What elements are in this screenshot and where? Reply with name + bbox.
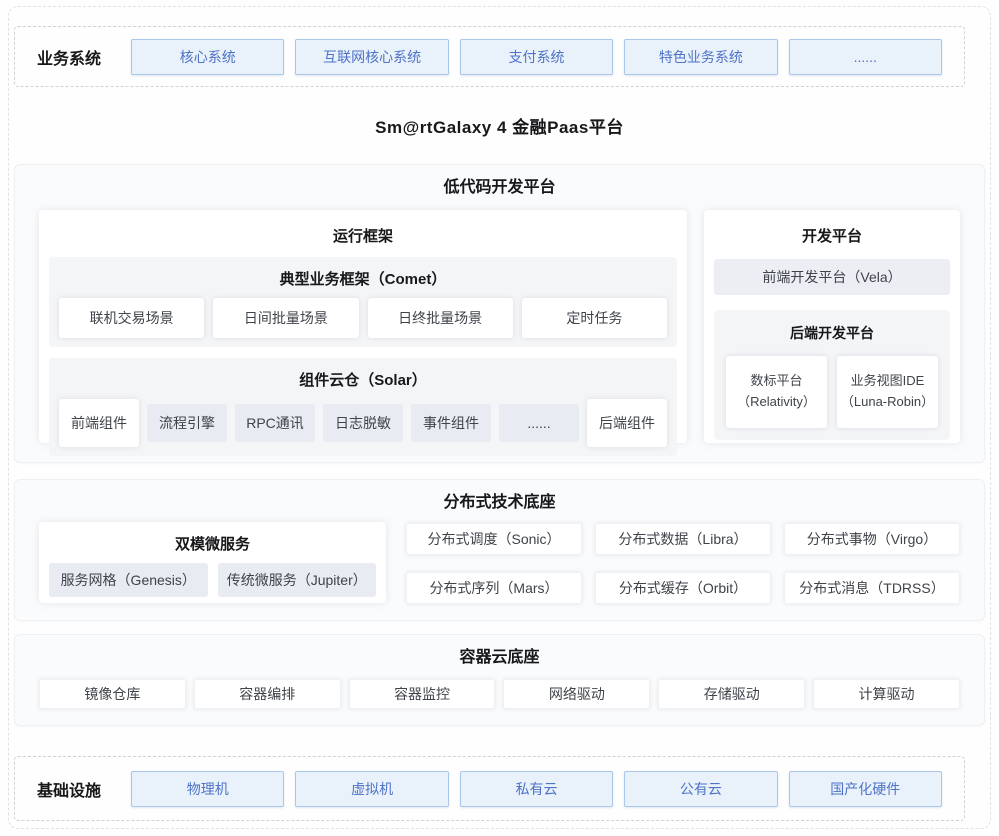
service-mesh-genesis: 服务网格（Genesis）	[49, 563, 208, 597]
lowcode-platform-section: 低代码开发平台 运行框架 典型业务框架（Comet） 联机交易场景 日间批量场景…	[14, 164, 985, 463]
lowcode-platform-title: 低代码开发平台	[15, 165, 984, 198]
solar-item-log-masking: 日志脱敏	[323, 404, 403, 442]
container-cloud-section: 容器云底座 镜像仓库 容器编排 容器监控 网络驱动 存储驱动 计算驱动	[14, 634, 985, 726]
infra-box-public-cloud: 公有云	[624, 771, 777, 807]
comet-items: 联机交易场景 日间批量场景 日终批量场景 定时任务	[59, 298, 667, 338]
dual-mode-items: 服务网格（Genesis） 传统微服务（Jupiter）	[49, 563, 376, 597]
luna-robin-name: 业务视图IDE	[851, 371, 925, 392]
container-cloud-items: 镜像仓库 容器编排 容器监控 网络驱动 存储驱动 计算驱动	[15, 668, 984, 709]
business-view-ide-luna-robin: 业务视图IDE （Luna-Robin）	[837, 356, 938, 428]
distributed-cache-orbit: 分布式缓存（Orbit）	[595, 572, 771, 604]
business-box-internet-core: 互联网核心系统	[295, 39, 448, 75]
solar-items: 前端组件 流程引擎 RPC通讯 日志脱敏 事件组件 ...... 后端组件	[59, 399, 667, 447]
infra-box-virtual-machine: 虚拟机	[295, 771, 448, 807]
business-systems-items: 核心系统 互联网核心系统 支付系统 特色业务系统 ......	[131, 39, 942, 75]
container-orchestration-box: 容器编排	[194, 679, 341, 709]
comet-item-daytime-batch: 日间批量场景	[213, 298, 358, 338]
network-driver-box: 网络驱动	[503, 679, 650, 709]
solar-frontend-components: 前端组件	[59, 399, 139, 447]
solar-item-rpc: RPC通讯	[235, 404, 315, 442]
dev-platform-title: 开发平台	[714, 216, 950, 257]
distributed-body: 双模微服务 服务网格（Genesis） 传统微服务（Jupiter） 分布式调度…	[15, 513, 984, 604]
solar-item-process-engine: 流程引擎	[147, 404, 227, 442]
comet-framework-strip: 典型业务框架（Comet） 联机交易场景 日间批量场景 日终批量场景 定时任务	[49, 257, 677, 347]
relativity-name: 数标平台	[750, 371, 802, 392]
business-box-special: 特色业务系统	[624, 39, 777, 75]
infra-box-domestic-hardware: 国产化硬件	[789, 771, 942, 807]
distributed-scheduling-sonic: 分布式调度（Sonic）	[406, 523, 582, 555]
business-systems-band: 业务系统 核心系统 互联网核心系统 支付系统 特色业务系统 ......	[14, 26, 965, 87]
solar-item-event-components: 事件组件	[411, 404, 491, 442]
business-box-core: 核心系统	[131, 39, 284, 75]
backend-dev-items: 数标平台 （Relativity） 业务视图IDE （Luna-Robin）	[726, 356, 938, 428]
runtime-framework-title: 运行框架	[49, 216, 677, 257]
business-systems-label: 业务系统	[37, 45, 101, 69]
business-box-payment: 支付系统	[460, 39, 613, 75]
platform-title: Sm@rtGalaxy 4 金融Paas平台	[14, 118, 985, 138]
relativity-codename: （Relativity）	[737, 392, 816, 413]
distributed-grid: 分布式调度（Sonic） 分布式数据（Libra） 分布式事物（Virgo） 分…	[406, 522, 960, 604]
container-cloud-title: 容器云底座	[15, 635, 984, 668]
infra-box-physical-machine: 物理机	[131, 771, 284, 807]
distributed-transaction-virgo: 分布式事物（Virgo）	[784, 523, 960, 555]
infra-box-private-cloud: 私有云	[460, 771, 613, 807]
luna-robin-codename: （Luna-Robin）	[841, 392, 934, 413]
lowcode-body: 运行框架 典型业务框架（Comet） 联机交易场景 日间批量场景 日终批量场景 …	[15, 198, 984, 443]
comet-item-online-trade: 联机交易场景	[59, 298, 204, 338]
business-box-ellipsis: ......	[789, 39, 942, 75]
traditional-microservice-jupiter: 传统微服务（Jupiter）	[218, 563, 377, 597]
data-standard-platform-relativity: 数标平台 （Relativity）	[726, 356, 827, 428]
distributed-base-section: 分布式技术底座 双模微服务 服务网格（Genesis） 传统微服务（Jupite…	[14, 479, 985, 621]
distributed-sequence-mars: 分布式序列（Mars）	[406, 572, 582, 604]
comet-item-endofday-batch: 日终批量场景	[368, 298, 513, 338]
distributed-message-tdrss: 分布式消息（TDRSS）	[784, 572, 960, 604]
runtime-framework-card: 运行框架 典型业务框架（Comet） 联机交易场景 日间批量场景 日终批量场景 …	[39, 210, 687, 443]
backend-dev-platform-title: 后端开发平台	[726, 316, 938, 356]
infrastructure-band: 基础设施 物理机 虚拟机 私有云 公有云 国产化硬件	[14, 756, 965, 821]
infrastructure-items: 物理机 虚拟机 私有云 公有云 国产化硬件	[131, 771, 942, 807]
solar-item-ellipsis: ......	[499, 404, 579, 442]
frontend-dev-platform-vela: 前端开发平台（Vela）	[714, 259, 950, 295]
dual-mode-microservice-card: 双模微服务 服务网格（Genesis） 传统微服务（Jupiter）	[39, 522, 386, 603]
storage-driver-box: 存储驱动	[658, 679, 805, 709]
infrastructure-label: 基础设施	[37, 777, 101, 801]
solar-warehouse-title: 组件云仓（Solar）	[59, 363, 667, 399]
solar-warehouse-strip: 组件云仓（Solar） 前端组件 流程引擎 RPC通讯 日志脱敏 事件组件 ..…	[49, 358, 677, 456]
comet-framework-title: 典型业务框架（Comet）	[59, 262, 667, 298]
backend-dev-platform-strip: 后端开发平台 数标平台 （Relativity） 业务视图IDE （Luna-R…	[714, 310, 950, 440]
distributed-data-libra: 分布式数据（Libra）	[595, 523, 771, 555]
comet-item-timed-task: 定时任务	[522, 298, 667, 338]
container-monitoring-box: 容器监控	[349, 679, 496, 709]
image-registry-box: 镜像仓库	[39, 679, 186, 709]
solar-backend-components: 后端组件	[587, 399, 667, 447]
dual-mode-title: 双模微服务	[49, 526, 376, 563]
compute-driver-box: 计算驱动	[813, 679, 960, 709]
distributed-base-title: 分布式技术底座	[15, 480, 984, 513]
dev-platform-card: 开发平台 前端开发平台（Vela） 后端开发平台 数标平台 （Relativit…	[704, 210, 960, 443]
architecture-diagram: 业务系统 核心系统 互联网核心系统 支付系统 特色业务系统 ...... Sm@…	[14, 26, 985, 821]
